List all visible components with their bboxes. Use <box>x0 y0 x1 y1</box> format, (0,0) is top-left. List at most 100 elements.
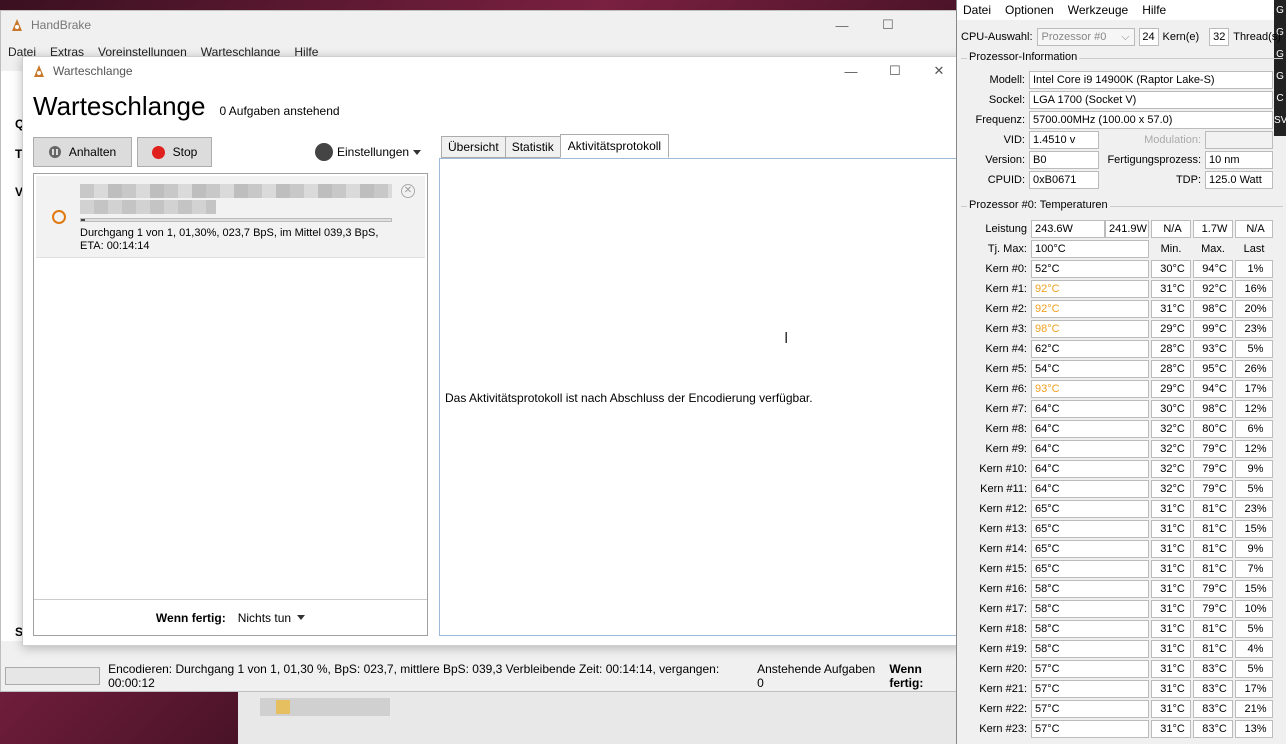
cpu-select[interactable]: Prozessor #0 ⌵ <box>1036 28 1135 46</box>
minimize-icon[interactable]: — <box>819 11 865 39</box>
vid-value: 1.4510 v <box>1029 131 1099 149</box>
handbrake-logo-icon <box>34 65 44 77</box>
core-min: 29°C <box>1151 380 1191 398</box>
core-min: 30°C <box>1151 260 1191 278</box>
version-label: Version: <box>985 154 1025 166</box>
core-load: 17% <box>1235 380 1273 398</box>
status-progress-bar <box>5 667 101 685</box>
chevron-down-icon <box>413 149 422 155</box>
gear-icon <box>315 143 333 161</box>
pause-icon <box>48 146 61 158</box>
core-label: Kern #2: <box>985 303 1027 315</box>
core-label: Kern #6: <box>985 383 1027 395</box>
core-min: 31°C <box>1151 720 1191 738</box>
background-window <box>238 690 958 744</box>
core-load: 23% <box>1235 500 1273 518</box>
freq-value: 5700.00MHz (100.00 x 57.0) <box>1029 111 1273 129</box>
tjmax-value: 100°C <box>1031 240 1149 258</box>
queue-title-bar: Warteschlange <box>23 57 961 85</box>
threads-count: 32 <box>1209 28 1230 46</box>
core-max: 83°C <box>1193 660 1233 678</box>
menu-optionen[interactable]: Optionen <box>1005 3 1054 17</box>
tab-activity-log[interactable]: Aktivitätsprotokoll <box>559 134 670 158</box>
core-max: 81°C <box>1193 620 1233 638</box>
stop-button[interactable]: Stop <box>137 137 212 167</box>
menu-hilfe[interactable]: Hilfe <box>1142 3 1166 17</box>
core-min: 30°C <box>1151 400 1191 418</box>
text-cursor-icon: I <box>784 330 789 347</box>
tab-overview[interactable]: Übersicht <box>441 136 506 158</box>
minimize-icon[interactable]: — <box>829 57 873 85</box>
when-done-status: Wenn fertig: <box>889 662 924 690</box>
maximize-icon[interactable]: ☐ <box>865 11 911 39</box>
log-message: Das Aktivitätsprotokoll ist nach Abschlu… <box>445 391 813 405</box>
cpu-select-value: Prozessor #0 <box>1041 31 1107 43</box>
pause-button[interactable]: Anhalten <box>33 137 132 167</box>
core-temp: 92°C <box>1031 280 1149 298</box>
close-icon[interactable]: ✕ <box>917 57 961 85</box>
core-load: 5% <box>1235 620 1273 638</box>
core-temp: 58°C <box>1031 620 1149 638</box>
core-label: Kern #0: <box>985 263 1027 275</box>
cpuid-value: 0xB0671 <box>1029 171 1099 189</box>
maximize-icon[interactable]: ☐ <box>873 57 917 85</box>
col-min: Min. <box>1160 243 1182 255</box>
title-bar: HandBrake <box>1 11 957 39</box>
core-min: 31°C <box>1151 280 1191 298</box>
main-content-edge: Q T V S <box>1 71 24 641</box>
when-done-value: Nichts tun <box>237 610 292 625</box>
core-label: Kern #1: <box>985 283 1027 295</box>
core-temp: 58°C <box>1031 600 1149 618</box>
when-done-dropdown[interactable]: Nichts tun <box>237 610 306 625</box>
edge-letter: G <box>1276 5 1284 16</box>
menu-datei[interactable]: Datei <box>963 3 991 17</box>
core-max: 79°C <box>1193 460 1233 478</box>
core-min: 31°C <box>1151 580 1191 598</box>
pause-label: Anhalten <box>68 145 117 159</box>
sensor-window: Datei Optionen Werkzeuge Hilfe G G G G C… <box>956 0 1286 744</box>
threads-label: Thread(s) <box>1233 31 1281 43</box>
cpuid-label: CPUID: <box>987 174 1025 186</box>
core-load: 12% <box>1235 400 1273 418</box>
cores-count: 24 <box>1138 28 1159 46</box>
core-min: 32°C <box>1151 460 1191 478</box>
settings-dropdown[interactable]: Einstellungen <box>315 143 422 161</box>
handbrake-logo-icon <box>12 19 22 31</box>
core-max: 83°C <box>1193 680 1233 698</box>
status-bar: Encodieren: Durchgang 1 von 1, 01,30 %, … <box>1 661 957 691</box>
core-min: 31°C <box>1151 680 1191 698</box>
modulation-value <box>1205 131 1273 149</box>
pending-status: Anstehende Aufgaben 0 <box>757 662 876 690</box>
queue-window-title: Warteschlange <box>53 64 133 78</box>
group-title: Prozessor-Information <box>967 51 1080 63</box>
tab-statistics[interactable]: Statistik <box>504 136 561 158</box>
core-temp: 92°C <box>1031 300 1149 318</box>
close-icon[interactable] <box>911 11 957 39</box>
core-max: 81°C <box>1193 560 1233 578</box>
core-min: 28°C <box>1151 360 1191 378</box>
core-load: 23% <box>1235 320 1273 338</box>
core-load: 1% <box>1235 260 1273 278</box>
core-label: Kern #8: <box>985 423 1027 435</box>
queue-window-controls: — ☐ ✕ <box>829 57 961 85</box>
core-min: 31°C <box>1151 620 1191 638</box>
core-temp: 93°C <box>1031 380 1149 398</box>
stop-label: Stop <box>172 145 198 159</box>
list-item[interactable]: ✕ Durchgang 1 von 1, 01,30%, 023,7 BpS, … <box>36 176 425 258</box>
core-label: Kern #23: <box>979 723 1027 735</box>
process-label: Fertigungsprozess: <box>1107 154 1201 166</box>
menu-werkzeuge[interactable]: Werkzeuge <box>1068 3 1128 17</box>
core-label: Kern #19: <box>979 643 1027 655</box>
core-min: 31°C <box>1151 520 1191 538</box>
core-temp: 58°C <box>1031 640 1149 658</box>
encoding-status: Encodieren: Durchgang 1 von 1, 01,30 %, … <box>108 662 720 690</box>
core-temp: 64°C <box>1031 480 1149 498</box>
core-load: 4% <box>1235 640 1273 658</box>
when-done-bar: Wenn fertig: Nichts tun <box>34 599 427 635</box>
core-temp: 52°C <box>1031 260 1149 278</box>
settings-label: Einstellungen <box>337 145 410 159</box>
remove-job-icon[interactable]: ✕ <box>401 184 415 198</box>
chevron-down-icon: ⌵ <box>1121 30 1130 43</box>
core-max: 80°C <box>1193 420 1233 438</box>
process-value: 10 nm <box>1205 151 1273 169</box>
